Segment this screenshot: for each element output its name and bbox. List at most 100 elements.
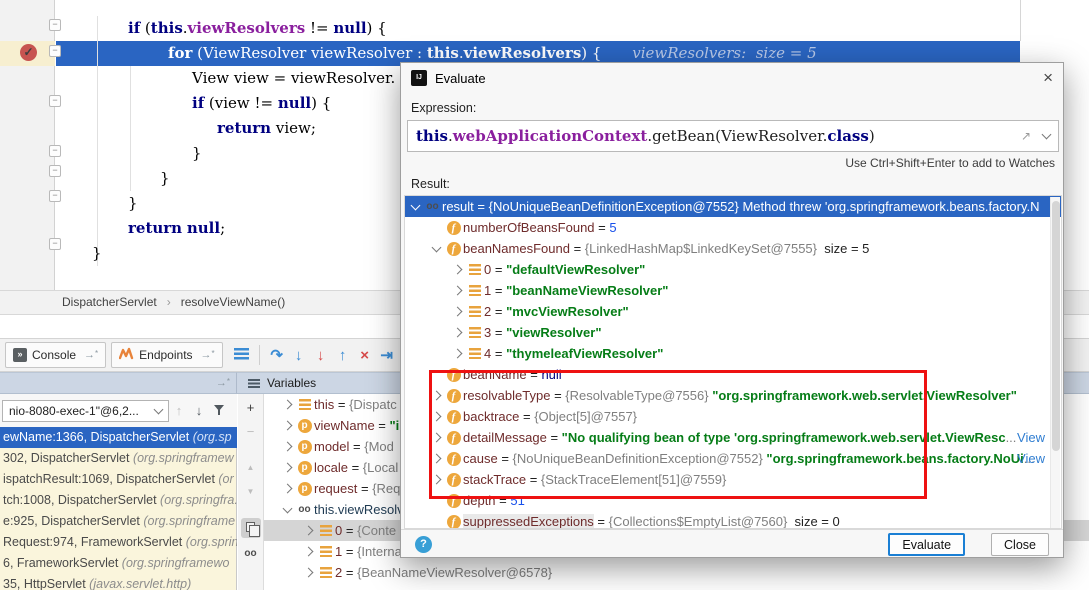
fold-icon[interactable]: −: [49, 165, 61, 177]
step-into-icon[interactable]: ↓: [288, 347, 310, 364]
chevron-right-icon[interactable]: [453, 286, 463, 296]
chevron-right-icon[interactable]: [453, 328, 463, 338]
filter-icon[interactable]: [209, 403, 229, 419]
scrollbar[interactable]: [1050, 197, 1060, 529]
fold-icon[interactable]: −: [49, 145, 61, 157]
frame-location: 6, FrameworkServlet: [3, 556, 122, 570]
chevron-right-icon[interactable]: [432, 454, 442, 464]
chevron-right-icon[interactable]: [432, 475, 442, 485]
step-over-icon[interactable]: ↷: [266, 346, 288, 364]
fold-icon[interactable]: −: [49, 45, 61, 57]
chevron-slot: [429, 455, 444, 462]
breakpoint-icon[interactable]: ✓: [20, 44, 37, 61]
chevron-down-icon[interactable]: [411, 200, 421, 210]
frame-row[interactable]: ispatchResult:1069, DispatcherServlet (o…: [0, 469, 237, 490]
thread-selector[interactable]: nio-8080-exec-1"@6,2...: [2, 400, 169, 422]
result-row[interactable]: fsuppressedExceptions = {Collections$Emp…: [405, 511, 1061, 529]
settings-menu-icon[interactable]: [231, 347, 253, 364]
chevron-right-icon[interactable]: [453, 349, 463, 359]
frame-row[interactable]: 6, FrameworkServlet (org.springframewo: [0, 553, 237, 574]
chevron-right-icon[interactable]: [283, 463, 293, 473]
text: {Mod: [364, 439, 394, 454]
show-watches-icon[interactable]: oo: [241, 542, 261, 562]
float-window-icon[interactable]: →*: [201, 349, 215, 361]
force-step-into-icon[interactable]: ↓: [310, 347, 332, 364]
tab-console[interactable]: »Console→*: [5, 342, 106, 368]
chevron-slot: [280, 508, 295, 512]
result-row[interactable]: fstackTrace = {StackTraceElement[51]@755…: [405, 469, 1061, 490]
chevron-right-icon[interactable]: [453, 265, 463, 275]
chevron-right-icon[interactable]: [283, 421, 293, 431]
result-row[interactable]: 3 = "viewResolver": [405, 322, 1061, 343]
frame-row[interactable]: e:925, DispatcherServlet (org.springfram…: [0, 511, 237, 532]
help-icon[interactable]: ?: [415, 536, 432, 553]
breadcrumb-method[interactable]: resolveViewName(): [181, 295, 285, 309]
expression-input[interactable]: this.webApplicationContext.getBean(ViewR…: [407, 120, 1059, 152]
chevron-slot: [429, 392, 444, 399]
chevron-right-icon[interactable]: [283, 484, 293, 494]
frame-row[interactable]: 302, DispatcherServlet (org.springframew: [0, 448, 237, 469]
step-out-icon[interactable]: ↑: [332, 347, 354, 364]
drop-frame-icon[interactable]: ×: [354, 347, 376, 364]
chevron-down-icon[interactable]: [283, 503, 293, 513]
frame-row[interactable]: tch:1008, DispatcherServlet (org.springf…: [0, 490, 237, 511]
chevron-right-icon[interactable]: [432, 433, 442, 443]
frame-row[interactable]: ewName:1366, DispatcherServlet (org.sp: [0, 427, 237, 448]
chevron-right-icon[interactable]: [432, 391, 442, 401]
result-row[interactable]: fdepth = 51: [405, 490, 1061, 511]
menu-icon[interactable]: [248, 379, 260, 388]
remove-watch-icon[interactable]: −: [241, 422, 261, 442]
tab-endpoints[interactable]: Endpoints→*: [111, 342, 223, 368]
next-frame-icon[interactable]: ↓: [189, 403, 209, 418]
chevron-right-icon[interactable]: [432, 412, 442, 422]
view-link[interactable]: View: [1017, 451, 1045, 466]
chevron-down-icon[interactable]: [432, 242, 442, 252]
result-row[interactable]: fbacktrace = {Object[5]@7557}: [405, 406, 1061, 427]
chevron-right-icon[interactable]: [283, 442, 293, 452]
fold-icon[interactable]: −: [49, 190, 61, 202]
frame-row[interactable]: Request:974, FrameworkServlet (org.sprin: [0, 532, 237, 553]
fold-icon[interactable]: −: [49, 19, 61, 31]
result-row[interactable]: 2 = "mvcViewResolver": [405, 301, 1061, 322]
run-to-cursor-icon[interactable]: ⇥: [376, 346, 398, 364]
close-icon[interactable]: ×: [1043, 70, 1053, 86]
expand-icon[interactable]: ↗: [1021, 129, 1031, 143]
float-window-icon[interactable]: →*: [84, 349, 98, 361]
result-row[interactable]: fresolvableType = {ResolvableType@7556} …: [405, 385, 1061, 406]
float-window-icon[interactable]: →*: [216, 377, 230, 389]
view-link[interactable]: View: [1017, 430, 1045, 445]
icon-slot: f: [444, 494, 463, 508]
move-down-icon[interactable]: ▼: [241, 482, 261, 502]
evaluate-button[interactable]: Evaluate: [888, 533, 965, 556]
frame-row[interactable]: 35, HttpServlet (javax.servlet.http): [0, 574, 237, 590]
close-button[interactable]: Close: [991, 533, 1049, 556]
chevron-right-icon[interactable]: [304, 547, 314, 557]
fold-icon[interactable]: −: [49, 238, 61, 250]
chevron-right-icon[interactable]: [453, 307, 463, 317]
chevron-right-icon[interactable]: [304, 526, 314, 536]
chevron-down-icon[interactable]: [1042, 130, 1052, 140]
scrollbar-thumb[interactable]: [1052, 201, 1060, 451]
prev-frame-icon[interactable]: ↑: [169, 403, 189, 418]
variable-row[interactable]: 2 = {BeanNameViewResolver@6578}: [264, 562, 1089, 583]
result-row[interactable]: fcause = {NoUniqueBeanDefinitionExceptio…: [405, 448, 1061, 469]
move-up-icon[interactable]: ▲: [241, 458, 261, 478]
result-row[interactable]: fdetailMessage = "No qualifying bean of …: [405, 427, 1061, 448]
result-row[interactable]: 1 = "beanNameViewResolver": [405, 280, 1061, 301]
fold-icon[interactable]: −: [49, 95, 61, 107]
chevron-right-icon[interactable]: [283, 400, 293, 410]
breadcrumb-class[interactable]: DispatcherServlet: [62, 295, 157, 309]
dialog-titlebar[interactable]: IJ Evaluate ×: [401, 63, 1063, 93]
chevron-right-icon[interactable]: [304, 568, 314, 578]
copy-icon[interactable]: [241, 518, 261, 538]
add-watch-icon[interactable]: +: [241, 398, 261, 418]
result-row[interactable]: fbeanNamesFound = {LinkedHashMap$LinkedK…: [405, 238, 1061, 259]
result-tree[interactable]: ooresult = {NoUniqueBeanDefinitionExcept…: [404, 195, 1062, 529]
result-row[interactable]: fbeanName = null: [405, 364, 1061, 385]
result-row[interactable]: 0 = "defaultViewResolver": [405, 259, 1061, 280]
result-row[interactable]: ooresult = {NoUniqueBeanDefinitionExcept…: [405, 196, 1061, 217]
result-row[interactable]: 4 = "thymeleafViewResolver": [405, 343, 1061, 364]
icon-slot: [465, 348, 484, 359]
result-row[interactable]: fnumberOfBeansFound = 5: [405, 217, 1061, 238]
text: =: [498, 451, 513, 466]
